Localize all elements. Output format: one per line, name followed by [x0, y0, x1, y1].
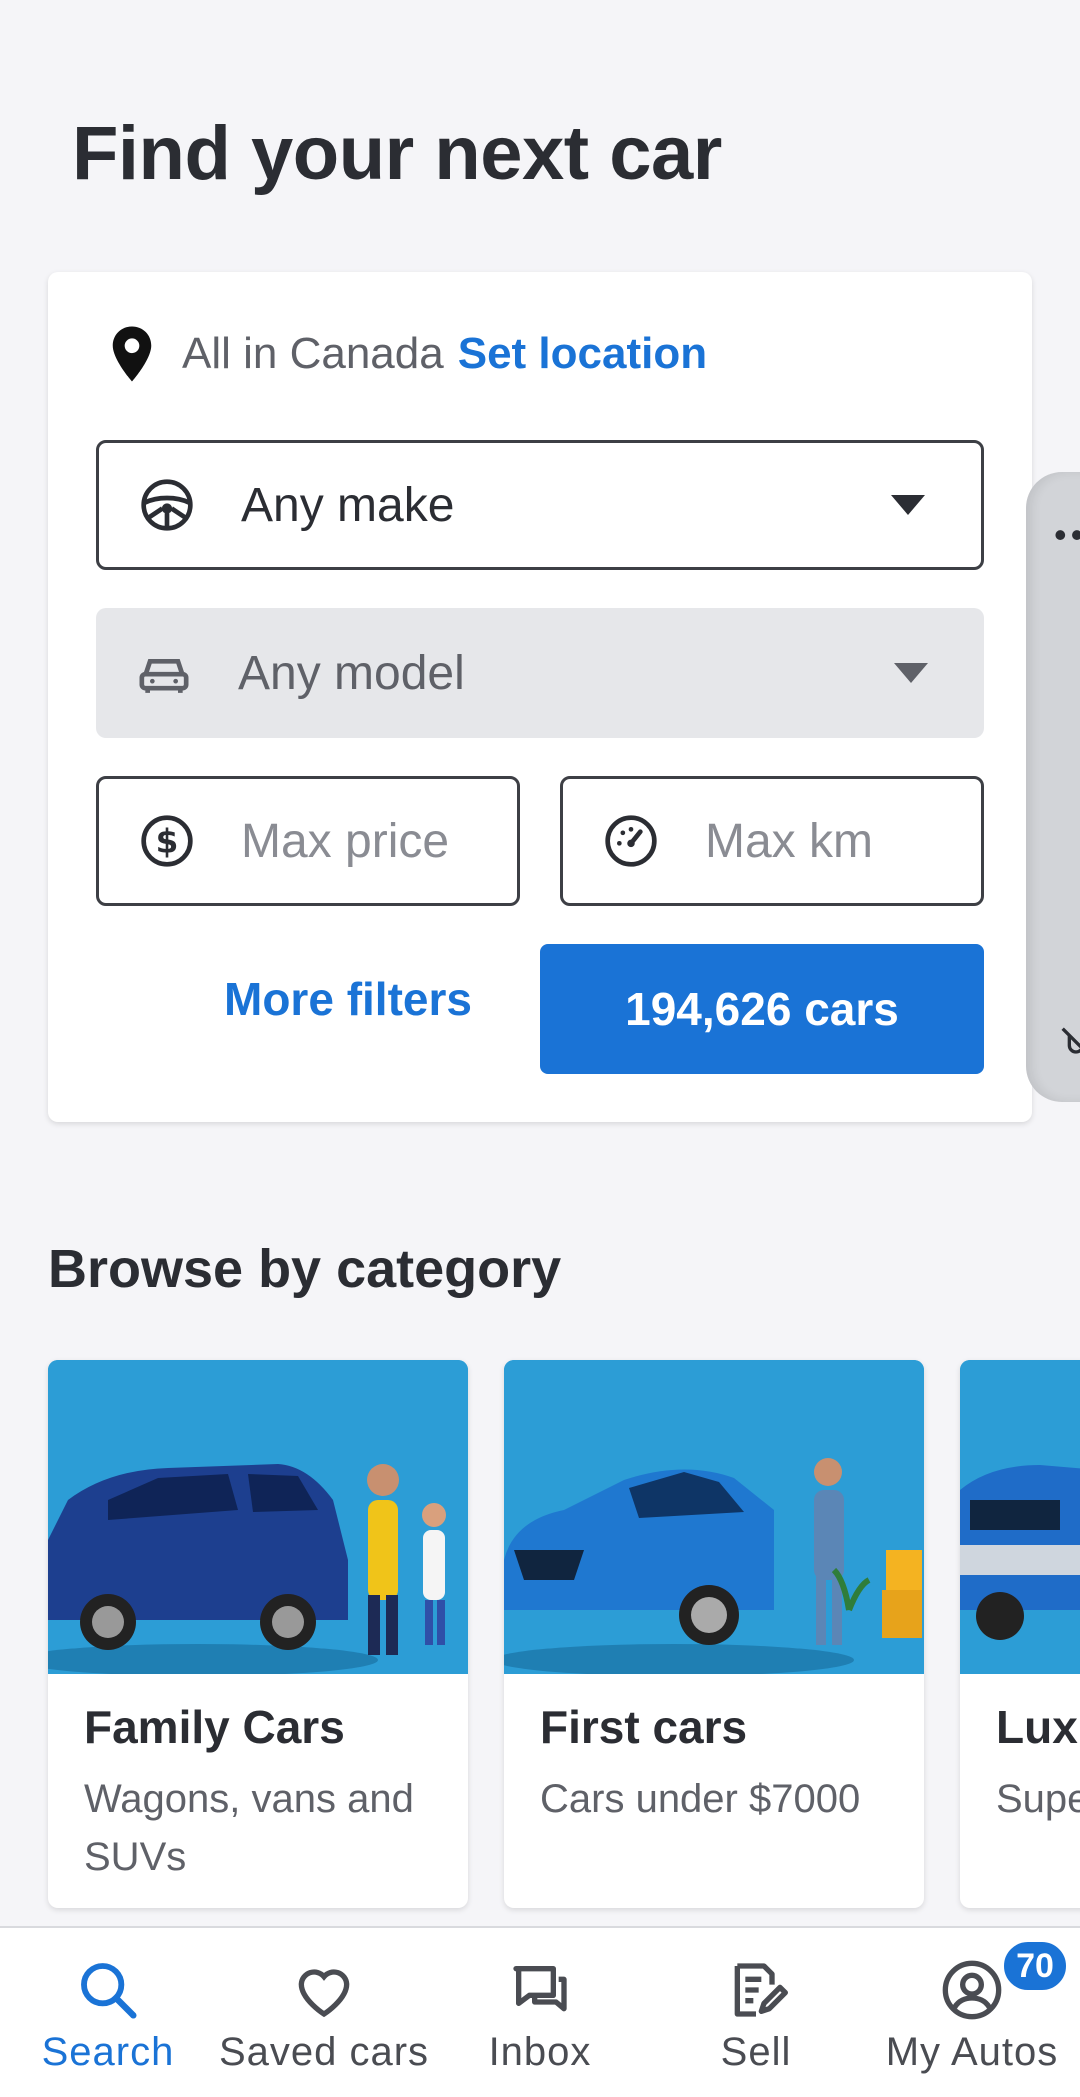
chevron-down-icon — [894, 663, 928, 683]
model-value: Any model — [238, 646, 465, 700]
category-title: First cars — [540, 1701, 748, 1753]
side-panel-peek[interactable]: •• — [1026, 472, 1080, 1102]
category-subtitle: Supe and p — [996, 1777, 1080, 1821]
nav-label: Search — [41, 2030, 175, 2074]
nav-inbox[interactable]: Inbox — [432, 1928, 648, 2097]
steering-wheel-icon — [141, 479, 193, 531]
model-select[interactable]: Any model — [96, 608, 984, 738]
max-price-placeholder: Max price — [241, 814, 450, 868]
location-text: All in Canada — [182, 329, 444, 378]
category-card-luxury[interactable]: Luxu Supe and p — [960, 1360, 1080, 1908]
max-price-input[interactable]: $ Max price — [96, 776, 520, 906]
nav-label: Saved cars — [218, 2030, 430, 2074]
family-cars-image — [48, 1360, 468, 1674]
show-results-button[interactable]: 194,626 cars — [540, 944, 984, 1074]
max-km-input[interactable]: Max km — [560, 776, 984, 906]
location-pin-icon — [112, 326, 152, 382]
chat-icon — [513, 1966, 567, 2012]
nav-label: My Autos — [885, 2030, 1059, 2074]
bottom-navigation: Search Saved cars Inbox Sell My Autos 70 — [0, 1926, 1080, 2097]
category-title: Luxu — [996, 1701, 1080, 1753]
plug-icon — [1061, 1027, 1080, 1054]
nav-saved-cars[interactable]: Saved cars — [216, 1928, 432, 2097]
make-value: Any make — [241, 478, 455, 532]
more-filters-button[interactable]: More filters — [148, 972, 548, 1026]
account-icon — [942, 1960, 1002, 2020]
car-icon — [139, 659, 189, 693]
search-card: All in Canada Set location Any make Any … — [48, 272, 1032, 1122]
category-subtitle: Cars under $7000 — [540, 1777, 861, 1821]
nav-search[interactable]: Search — [0, 1928, 216, 2097]
search-icon — [81, 1963, 137, 2019]
chevron-down-icon — [891, 495, 925, 515]
category-card-family[interactable]: Family Cars Wagons, vans and SUVs — [48, 1360, 468, 1908]
page-title: Find your next car — [72, 111, 722, 196]
edit-document-icon — [734, 1963, 788, 2017]
dollar-circle-icon: $ — [141, 815, 193, 867]
more-dots-icon: •• — [1054, 514, 1080, 555]
first-cars-image — [504, 1360, 924, 1674]
speedometer-icon — [605, 815, 657, 867]
luxury-cars-image — [960, 1360, 1080, 1674]
category-title: Family Cars — [84, 1701, 345, 1753]
nav-my-autos[interactable]: My Autos 70 — [864, 1928, 1080, 2097]
svg-text:$: $ — [156, 823, 179, 861]
page: Find your next car All in Canada Set loc… — [0, 0, 1080, 2097]
set-location-link[interactable]: Set location — [458, 329, 707, 379]
location-row: All in Canada Set location — [110, 324, 707, 384]
heart-icon — [298, 1969, 350, 2018]
category-subtitle: Wagons, vans and SUVs — [84, 1777, 414, 1879]
notification-badge: 70 — [1000, 1938, 1070, 1994]
category-card-first[interactable]: First cars Cars under $7000 — [504, 1360, 924, 1908]
nav-label: Inbox — [488, 2030, 592, 2074]
make-select[interactable]: Any make — [96, 440, 984, 570]
nav-sell[interactable]: Sell — [648, 1928, 864, 2097]
browse-title: Browse by category — [48, 1239, 562, 1299]
nav-label: Sell — [720, 2030, 792, 2074]
max-km-placeholder: Max km — [705, 814, 873, 868]
